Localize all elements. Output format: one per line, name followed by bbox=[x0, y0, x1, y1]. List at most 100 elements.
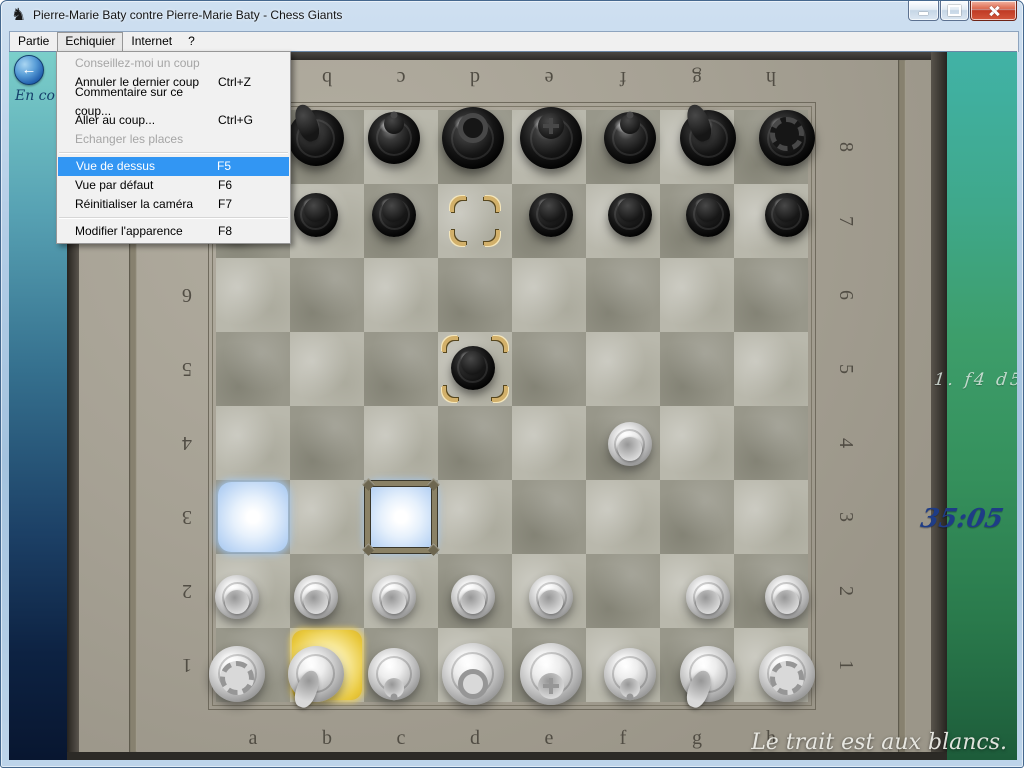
square-g5[interactable] bbox=[660, 332, 734, 406]
piece-white-knight-b1[interactable] bbox=[288, 646, 344, 702]
menubar-item-internet[interactable]: Internet bbox=[123, 32, 180, 52]
piece-black-pawn-c7[interactable] bbox=[372, 193, 416, 237]
piece-black-knight-g8[interactable] bbox=[680, 110, 736, 166]
piece-white-bishop-c1[interactable] bbox=[368, 648, 420, 700]
move-target-highlight-a3[interactable] bbox=[216, 480, 290, 554]
square-e3[interactable] bbox=[512, 480, 586, 554]
piece-white-knight-g1[interactable] bbox=[680, 646, 736, 702]
piece-white-pawn-e2[interactable] bbox=[529, 575, 573, 619]
piece-white-pawn-a2[interactable] bbox=[215, 575, 259, 619]
piece-black-king-e8[interactable] bbox=[520, 107, 582, 169]
piece-black-pawn-f7[interactable] bbox=[608, 193, 652, 237]
board-squares bbox=[216, 110, 808, 702]
menu-item-commentaire-sur-ce-coup[interactable]: Commentaire sur ce coup... bbox=[57, 92, 290, 111]
square-a6[interactable] bbox=[216, 258, 290, 332]
square-a5[interactable] bbox=[216, 332, 290, 406]
piece-black-pawn-d5[interactable] bbox=[451, 346, 495, 390]
square-g3[interactable] bbox=[660, 480, 734, 554]
piece-black-bishop-c8[interactable] bbox=[368, 112, 420, 164]
window-frame: ♞ Pierre-Marie Baty contre Pierre-Marie … bbox=[0, 0, 1024, 768]
square-d4[interactable] bbox=[438, 406, 512, 480]
square-c4[interactable] bbox=[364, 406, 438, 480]
square-c5[interactable] bbox=[364, 332, 438, 406]
minimize-button[interactable] bbox=[908, 1, 939, 21]
square-e4[interactable] bbox=[512, 406, 586, 480]
cursor-frame-c3[interactable] bbox=[364, 480, 438, 554]
square-e5[interactable] bbox=[512, 332, 586, 406]
square-h5[interactable] bbox=[734, 332, 808, 406]
piece-white-pawn-c2[interactable] bbox=[372, 575, 416, 619]
square-f5[interactable] bbox=[586, 332, 660, 406]
file-label-top-g: g bbox=[660, 64, 734, 92]
piece-head bbox=[461, 590, 485, 614]
menu-item-aller-au-coup[interactable]: Aller au coup...Ctrl+G bbox=[57, 111, 290, 130]
square-a4[interactable] bbox=[216, 406, 290, 480]
piece-head bbox=[770, 661, 804, 695]
square-g6[interactable] bbox=[660, 258, 734, 332]
piece-head bbox=[384, 678, 404, 698]
rank-label-right-1: 1 bbox=[809, 649, 883, 681]
gold-corner-marker bbox=[450, 196, 466, 212]
menu-item-echanger-les-places[interactable]: Echanger les places bbox=[57, 130, 290, 149]
file-label-bottom-f: f bbox=[586, 724, 660, 752]
piece-black-pawn-g7[interactable] bbox=[686, 193, 730, 237]
piece-white-pawn-h2[interactable] bbox=[765, 575, 809, 619]
square-h6[interactable] bbox=[734, 258, 808, 332]
piece-black-bishop-f8[interactable] bbox=[604, 112, 656, 164]
board-edge-right bbox=[931, 52, 947, 760]
square-b5[interactable] bbox=[290, 332, 364, 406]
piece-head bbox=[382, 590, 406, 614]
piece-white-rook-a1[interactable] bbox=[209, 646, 265, 702]
menu-item-r-initialiser-la-cam-ra[interactable]: Réinitialiser la caméraF7 bbox=[57, 195, 290, 214]
back-button[interactable]: ← bbox=[14, 55, 44, 85]
minimize-icon bbox=[919, 12, 928, 15]
close-button[interactable] bbox=[970, 1, 1017, 21]
square-b4[interactable] bbox=[290, 406, 364, 480]
menu-item-modifier-l-apparence[interactable]: Modifier l'apparenceF8 bbox=[57, 222, 290, 241]
square-h3[interactable] bbox=[734, 480, 808, 554]
square-c6[interactable] bbox=[364, 258, 438, 332]
piece-white-pawn-b2[interactable] bbox=[294, 575, 338, 619]
menubar-item-echiquier[interactable]: Echiquier bbox=[57, 32, 123, 52]
piece-white-rook-h1[interactable] bbox=[759, 646, 815, 702]
file-label-bottom-d: d bbox=[438, 724, 512, 752]
piece-white-queen-d1[interactable] bbox=[442, 643, 504, 705]
rank-label-right-2: 2 bbox=[809, 575, 883, 607]
piece-black-pawn-e7[interactable] bbox=[529, 193, 573, 237]
piece-head bbox=[384, 114, 404, 134]
piece-white-pawn-f4[interactable] bbox=[608, 422, 652, 466]
file-label-bottom-a: a bbox=[216, 724, 290, 752]
piece-white-king-e1[interactable] bbox=[520, 643, 582, 705]
square-b3[interactable] bbox=[290, 480, 364, 554]
piece-head bbox=[696, 590, 720, 614]
maximize-button[interactable] bbox=[940, 1, 969, 21]
piece-white-pawn-g2[interactable] bbox=[686, 575, 730, 619]
square-g4[interactable] bbox=[660, 406, 734, 480]
piece-black-pawn-h7[interactable] bbox=[765, 193, 809, 237]
menu-item-shortcut: Ctrl+Z bbox=[218, 73, 290, 92]
piece-black-pawn-b7[interactable] bbox=[294, 193, 338, 237]
square-e6[interactable] bbox=[512, 258, 586, 332]
menubar-item-?[interactable]: ? bbox=[180, 32, 203, 52]
menubar-item-partie[interactable]: Partie bbox=[10, 32, 57, 52]
piece-head bbox=[304, 590, 328, 614]
square-f2[interactable] bbox=[586, 554, 660, 628]
piece-white-pawn-d2[interactable] bbox=[451, 575, 495, 619]
piece-white-bishop-f1[interactable] bbox=[604, 648, 656, 700]
menu-item-vue-de-dessus[interactable]: Vue de dessusF5 bbox=[58, 157, 289, 176]
square-h4[interactable] bbox=[734, 406, 808, 480]
menu-item-conseillez-moi-un-coup[interactable]: Conseillez-moi un coup bbox=[57, 54, 290, 73]
right-status-panel bbox=[947, 52, 1017, 760]
close-icon bbox=[988, 5, 1000, 17]
piece-black-rook-h8[interactable] bbox=[759, 110, 815, 166]
square-d3[interactable] bbox=[438, 480, 512, 554]
file-label-top-f: f bbox=[586, 64, 660, 92]
square-f3[interactable] bbox=[586, 480, 660, 554]
piece-black-knight-b8[interactable] bbox=[288, 110, 344, 166]
menu-item-vue-par-d-faut[interactable]: Vue par défautF6 bbox=[57, 176, 290, 195]
piece-black-queen-d8[interactable] bbox=[442, 107, 504, 169]
square-b6[interactable] bbox=[290, 258, 364, 332]
square-d6[interactable] bbox=[438, 258, 512, 332]
square-f6[interactable] bbox=[586, 258, 660, 332]
piece-head bbox=[538, 673, 564, 699]
